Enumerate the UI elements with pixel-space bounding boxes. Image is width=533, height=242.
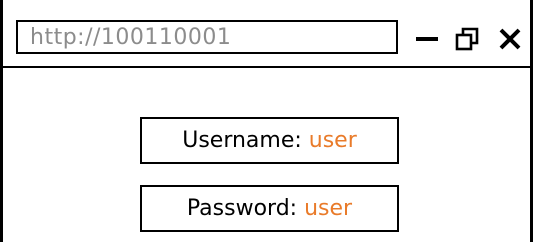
browser-window: http://100110001 Username: user Password…	[0, 0, 533, 242]
url-text: http://100110001	[30, 24, 232, 50]
minimize-icon	[416, 37, 438, 41]
password-value: user	[304, 196, 353, 221]
address-bar[interactable]: http://100110001	[16, 20, 398, 54]
username-field[interactable]: Username: user	[140, 117, 399, 164]
close-icon	[499, 28, 521, 50]
maximize-button[interactable]	[452, 22, 482, 56]
close-button[interactable]	[495, 22, 525, 56]
titlebar-divider	[0, 66, 533, 68]
password-label: Password:	[186, 196, 298, 221]
window-left-border	[0, 0, 3, 242]
restore-window-icon	[455, 27, 479, 51]
minimize-button[interactable]	[412, 22, 442, 56]
password-field[interactable]: Password: user	[140, 185, 399, 232]
username-label: Username:	[182, 128, 302, 153]
username-value: user	[308, 128, 357, 153]
